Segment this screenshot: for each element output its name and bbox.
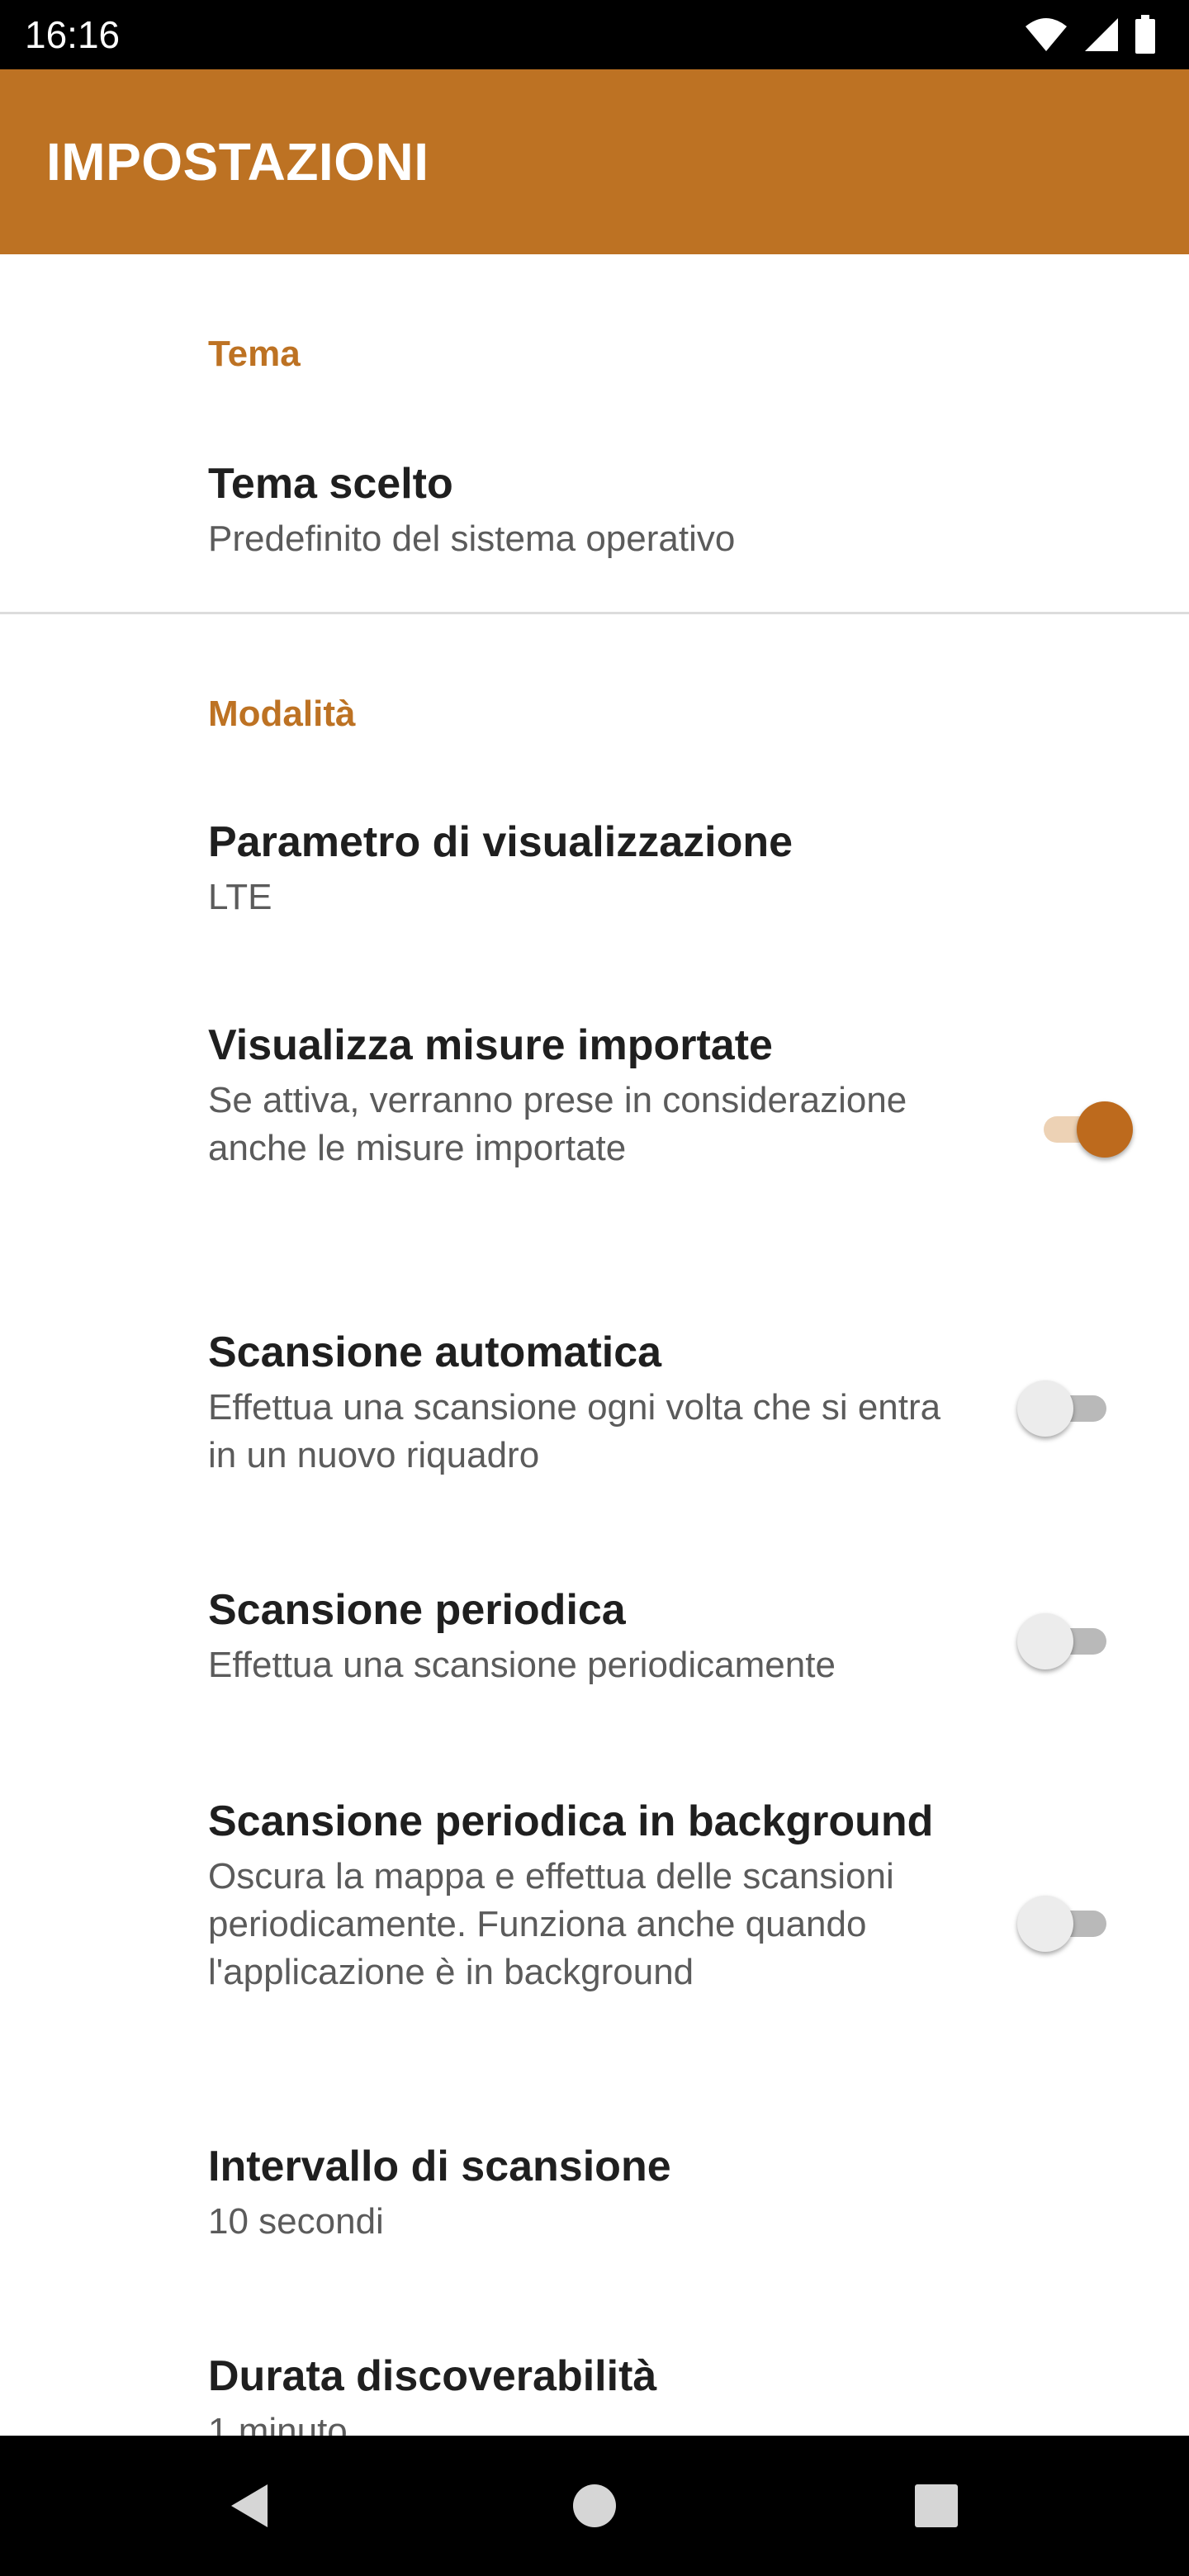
pref-title: Scansione automatica: [208, 1328, 662, 1376]
status-icons: [1024, 15, 1156, 54]
app-bar: IMPOSTAZIONI: [0, 69, 1189, 254]
switch-thumb: [1077, 1101, 1133, 1158]
background-scan-switch[interactable]: [1017, 1892, 1113, 1952]
pref-summary: Effettua una scansione periodicamente: [208, 1645, 836, 1685]
pref-summary: 1 minuto: [208, 2411, 348, 2436]
status-bar: 16:16: [0, 0, 1189, 69]
recents-icon: [915, 2484, 958, 2527]
navigation-bar: [0, 2436, 1189, 2576]
pref-summary: Se attiva, verranno prese in considerazi…: [208, 1080, 907, 1168]
switch-thumb: [1017, 1380, 1073, 1437]
recents-button[interactable]: [903, 2473, 969, 2539]
pref-title: Tema scelto: [208, 460, 453, 508]
switch-thumb: [1017, 1896, 1073, 1952]
pref-auto-scan[interactable]: Scansione automatica Effettua una scansi…: [0, 1270, 1189, 1526]
pref-title: Parametro di visualizzazione: [208, 818, 793, 866]
pref-title: Scansione periodica in background: [208, 1797, 934, 1845]
pref-summary: Predefinito del sistema operativo: [208, 519, 736, 559]
status-time: 16:16: [25, 13, 121, 56]
settings-list[interactable]: Tema Tema scelto Predefinito del sistema…: [0, 254, 1189, 2436]
pref-title: Visualizza misure importate: [208, 1021, 773, 1069]
section-divider: [0, 612, 1189, 614]
pref-title: Scansione periodica: [208, 1586, 626, 1634]
pref-summary: Oscura la mappa e effettua delle scansio…: [208, 1856, 894, 1992]
pref-display-parameter[interactable]: Parametro di visualizzazione LTE: [0, 776, 1189, 971]
battery-icon: [1135, 15, 1155, 54]
pref-title: Intervallo di scansione: [208, 2143, 671, 2190]
back-icon: [231, 2484, 268, 2527]
switch-thumb: [1017, 1613, 1073, 1669]
pref-background-scan[interactable]: Scansione periodica in background Oscura…: [0, 1735, 1189, 2082]
periodic-scan-switch[interactable]: [1017, 1610, 1113, 1669]
page-title: IMPOSTAZIONI: [46, 132, 429, 192]
category-header-theme: Tema: [208, 334, 301, 374]
pref-discoverability-duration[interactable]: Durata discoverabilità 1 minuto: [0, 2292, 1189, 2436]
pref-scan-interval[interactable]: Intervallo di scansione 10 secondi: [0, 2082, 1189, 2292]
auto-scan-switch[interactable]: [1017, 1377, 1113, 1437]
pref-summary: LTE: [208, 877, 272, 917]
home-icon: [573, 2484, 616, 2527]
home-button[interactable]: [561, 2473, 628, 2539]
pref-show-imported-measures[interactable]: Visualizza misure importate Se attiva, v…: [0, 971, 1189, 1270]
show-imported-switch[interactable]: [1037, 1098, 1133, 1158]
signal-icon: [1085, 18, 1118, 51]
category-header-mode: Modalità: [208, 694, 356, 734]
wifi-icon: [1026, 18, 1067, 51]
pref-chosen-theme[interactable]: Tema scelto Predefinito del sistema oper…: [0, 416, 1189, 611]
back-button[interactable]: [216, 2473, 282, 2539]
pref-periodic-scan[interactable]: Scansione periodica Effettua una scansio…: [0, 1526, 1189, 1735]
pref-summary: Effettua una scansione ogni volta che si…: [208, 1387, 941, 1475]
pref-title: Durata discoverabilità: [208, 2352, 657, 2400]
pref-summary: 10 secondi: [208, 2201, 384, 2242]
